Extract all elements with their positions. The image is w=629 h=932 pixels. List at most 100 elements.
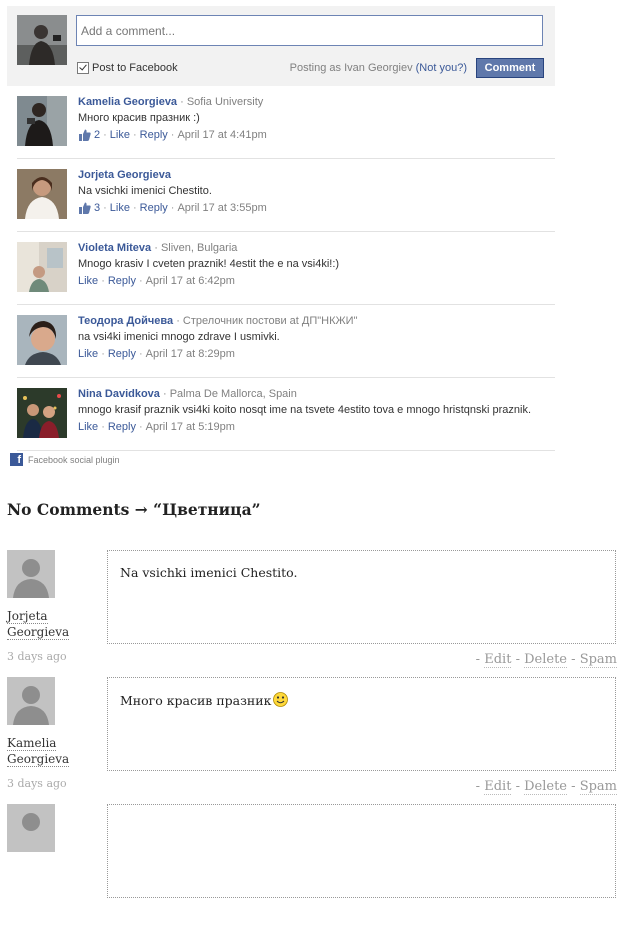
comment-actions: 3 · Like · Reply · April 17 at 3:55pm bbox=[78, 202, 267, 214]
comment-text: Na vsichki imenici Chestito. bbox=[78, 185, 212, 197]
fb-comment: Violeta Miteva · Sliven, Bulgaria Mnogo … bbox=[17, 232, 555, 305]
social-plugin-footer: f Facebook social plugin bbox=[10, 453, 120, 466]
separator: - bbox=[571, 652, 576, 667]
separator: - bbox=[515, 779, 520, 794]
comment-time[interactable]: April 17 at 3:55pm bbox=[177, 202, 266, 214]
like-link[interactable]: Like bbox=[110, 129, 130, 141]
like-count[interactable]: 3 bbox=[94, 202, 100, 214]
comment-composer: Post to Facebook Posting as Ivan Georgie… bbox=[7, 6, 555, 86]
separator: - bbox=[475, 652, 481, 667]
smiley-icon bbox=[273, 692, 289, 707]
facebook-logo-icon[interactable]: f bbox=[10, 453, 23, 466]
like-link[interactable]: Like bbox=[110, 202, 130, 214]
posting-as-text: Posting as Ivan Georgiev bbox=[289, 62, 413, 74]
edit-link[interactable]: Edit bbox=[484, 779, 512, 795]
commenter-name[interactable]: Kamelia Georgieva bbox=[78, 96, 177, 108]
wp-comment-partial bbox=[7, 804, 617, 932]
comment-body: Много красив празник bbox=[107, 677, 616, 771]
reply-link[interactable]: Reply bbox=[108, 275, 136, 287]
comment-author[interactable]: Kamelia Georgieva bbox=[7, 735, 97, 767]
delete-link[interactable]: Delete bbox=[524, 779, 567, 795]
comment-time[interactable]: April 17 at 4:41pm bbox=[177, 129, 266, 141]
comment-author[interactable]: Jorjeta Georgieva bbox=[7, 608, 97, 640]
comment-meta: Violeta Miteva · Sliven, Bulgaria bbox=[78, 242, 237, 254]
post-to-facebook-label: Post to Facebook bbox=[92, 62, 178, 74]
like-link[interactable]: Like bbox=[78, 275, 98, 287]
commenter-name[interactable]: Jorjeta Georgieva bbox=[78, 169, 171, 181]
wp-comment: Jorjeta Georgieva 3 days ago Na vsichki … bbox=[7, 550, 617, 678]
comment-time[interactable]: April 17 at 5:19pm bbox=[146, 421, 235, 433]
comment-meta: Jorjeta Georgieva bbox=[78, 169, 171, 181]
commenter-avatar[interactable] bbox=[17, 388, 67, 438]
comment-button[interactable]: Comment bbox=[476, 58, 544, 78]
commenter-affiliation: · Sofia University bbox=[177, 96, 264, 108]
fb-comment: Nina Davidkova · Palma De Mallorca, Spai… bbox=[17, 378, 555, 451]
separator: - bbox=[571, 779, 576, 794]
facebook-comments-plugin: Post to Facebook Posting as Ivan Georgie… bbox=[7, 6, 555, 466]
reply-link[interactable]: Reply bbox=[108, 421, 136, 433]
post-to-facebook-checkbox[interactable]: Post to Facebook bbox=[77, 62, 178, 74]
comment-text: Na vsichki imenici Chestito. bbox=[120, 565, 298, 580]
delete-link[interactable]: Delete bbox=[524, 652, 567, 668]
comment-meta: Теодора Дойчева · Стрелочник постови at … bbox=[78, 315, 357, 327]
default-avatar-icon bbox=[7, 550, 55, 598]
social-plugin-label[interactable]: Facebook social plugin bbox=[28, 455, 120, 465]
not-you-link[interactable]: (Not you?) bbox=[416, 62, 467, 74]
comment-body bbox=[107, 804, 616, 898]
commenter-avatar[interactable] bbox=[17, 242, 67, 292]
comment-input[interactable] bbox=[76, 15, 543, 46]
posting-as-info: Posting as Ivan Georgiev (Not you?) bbox=[290, 62, 467, 74]
commenter-name[interactable]: Nina Davidkova bbox=[78, 388, 160, 400]
author-first-name[interactable]: Kamelia bbox=[7, 736, 57, 751]
commenter-avatar[interactable] bbox=[17, 315, 67, 365]
fb-comment: Jorjeta Georgieva Na vsichki imenici Che… bbox=[17, 159, 555, 232]
commenter-affiliation: · Palma De Mallorca, Spain bbox=[159, 388, 297, 400]
comment-date: 3 days ago bbox=[7, 777, 67, 790]
commenter-affiliation: · Стрелочник постови at ДП"НКЖИ" bbox=[173, 315, 358, 327]
comment-text: Много красив празник :) bbox=[78, 112, 200, 124]
comment-meta: Nina Davidkova · Palma De Mallorca, Spai… bbox=[78, 388, 297, 400]
comments-heading: No Comments → “Цветница” bbox=[7, 500, 261, 519]
commenter-avatar[interactable] bbox=[17, 169, 67, 219]
edit-link[interactable]: Edit bbox=[484, 652, 512, 668]
facebook-comment-list: Kamelia Georgieva · Sofia University Мно… bbox=[17, 86, 555, 451]
comment-actions: Like · Reply · April 17 at 8:29pm bbox=[78, 348, 235, 360]
like-link[interactable]: Like bbox=[78, 421, 98, 433]
comment-actions: 2 · Like · Reply · April 17 at 4:41pm bbox=[78, 129, 267, 141]
comment-time[interactable]: April 17 at 8:29pm bbox=[146, 348, 235, 360]
thumbs-up-icon[interactable] bbox=[78, 202, 91, 214]
current-user-avatar bbox=[17, 15, 67, 65]
default-avatar-icon bbox=[7, 804, 55, 852]
separator: - bbox=[515, 652, 520, 667]
separator: - bbox=[475, 779, 481, 794]
comment-text: mnogo krasif praznik vsi4ki koito nosqt … bbox=[78, 404, 532, 416]
comment-text: Много красив празник bbox=[120, 693, 272, 708]
commenter-affiliation: · Sliven, Bulgaria bbox=[151, 242, 238, 254]
spam-link[interactable]: Spam bbox=[579, 652, 617, 668]
author-first-name[interactable]: Jorjeta bbox=[7, 609, 48, 624]
comment-date: 3 days ago bbox=[7, 650, 67, 663]
comment-admin-actions: - Edit - Delete - Spam bbox=[475, 652, 617, 668]
checkbox-checked-icon[interactable] bbox=[77, 62, 89, 74]
commenter-name[interactable]: Теодора Дойчева bbox=[78, 315, 173, 327]
comment-admin-actions: - Edit - Delete - Spam bbox=[475, 779, 617, 795]
reply-link[interactable]: Reply bbox=[140, 202, 168, 214]
comment-actions: Like · Reply · April 17 at 5:19pm bbox=[78, 421, 235, 433]
comment-actions: Like · Reply · April 17 at 6:42pm bbox=[78, 275, 235, 287]
author-last-name[interactable]: Georgieva bbox=[7, 752, 70, 767]
wp-comment: Kamelia Georgieva 3 days ago Много краси… bbox=[7, 677, 617, 805]
comment-text: Mnogo krasiv I cveten praznik! 4estit th… bbox=[78, 258, 340, 270]
spam-link[interactable]: Spam bbox=[579, 779, 617, 795]
like-link[interactable]: Like bbox=[78, 348, 98, 360]
like-count[interactable]: 2 bbox=[94, 129, 100, 141]
commenter-avatar[interactable] bbox=[17, 96, 67, 146]
comment-text: na vsi4ki imenici mnogo zdrave I usmivki… bbox=[78, 331, 280, 343]
comment-time[interactable]: April 17 at 6:42pm bbox=[146, 275, 235, 287]
comment-body: Na vsichki imenici Chestito. bbox=[107, 550, 616, 644]
fb-comment: Теодора Дойчева · Стрелочник постови at … bbox=[17, 305, 555, 378]
author-last-name[interactable]: Georgieva bbox=[7, 625, 70, 640]
commenter-name[interactable]: Violeta Miteva bbox=[78, 242, 151, 254]
reply-link[interactable]: Reply bbox=[108, 348, 136, 360]
thumbs-up-icon[interactable] bbox=[78, 129, 91, 141]
reply-link[interactable]: Reply bbox=[140, 129, 168, 141]
